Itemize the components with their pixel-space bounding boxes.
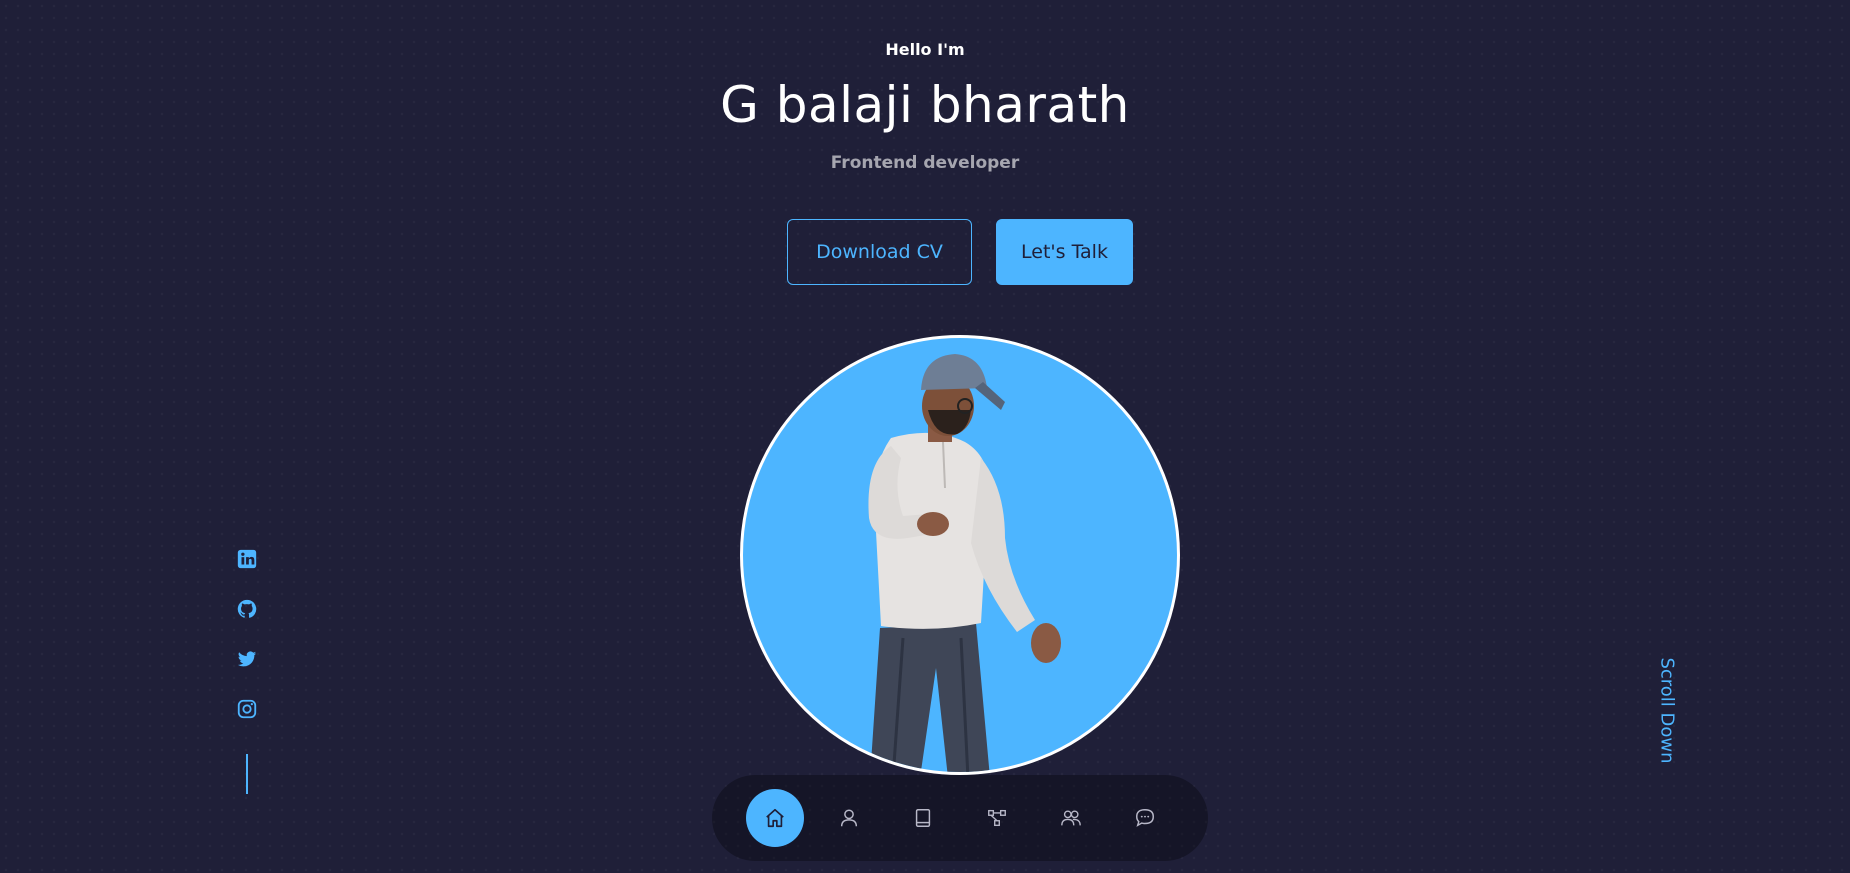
twitter-icon[interactable] [236,648,258,670]
services-icon [988,809,1006,827]
profile-avatar [740,335,1180,775]
download-cv-button[interactable]: Download CV [787,219,972,285]
message-icon [1136,809,1154,827]
greeting-text: Hello I'm [885,40,965,59]
instagram-icon[interactable] [236,698,258,720]
users-icon [1061,810,1081,826]
scroll-down-link[interactable]: Scroll Down [1655,652,1679,768]
nav-experience[interactable] [894,789,952,847]
page-title: G balaji bharath [720,76,1130,134]
nav-about[interactable] [820,789,878,847]
linkedin-icon[interactable] [236,548,258,570]
person-illustration [868,354,1061,772]
nav-testimonials[interactable] [1042,789,1100,847]
nav-home[interactable] [746,789,804,847]
scroll-down-label: Scroll Down [1656,656,1678,764]
bottom-nav [712,775,1208,861]
role-text: Frontend developer [830,153,1020,173]
lets-talk-button[interactable]: Let's Talk [996,219,1133,285]
nav-services[interactable] [968,789,1026,847]
social-divider-line [246,754,248,794]
user-icon [840,809,858,827]
cta-group: Download CV Let's Talk [787,219,1133,285]
book-icon [915,809,931,827]
social-links [236,548,258,794]
github-icon[interactable] [236,598,258,620]
nav-contact[interactable] [1116,789,1174,847]
home-icon [766,808,784,828]
